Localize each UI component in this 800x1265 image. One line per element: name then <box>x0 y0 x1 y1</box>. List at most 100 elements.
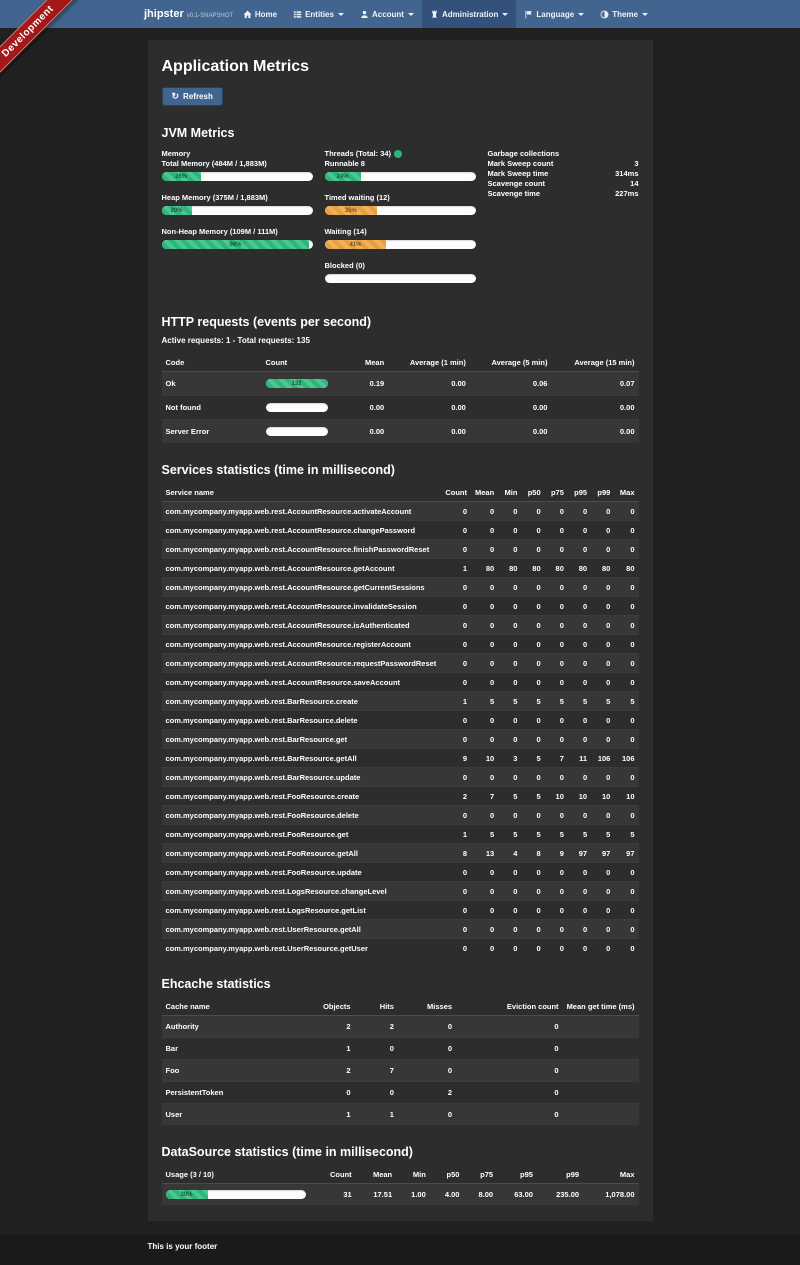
table-cell: 0.00 <box>388 420 470 444</box>
table-row: com.mycompany.myapp.web.rest.AccountReso… <box>162 635 639 654</box>
metric-nonheap-memory: Non-Heap Memory (109M / 111M) 98% <box>162 227 313 249</box>
column-header: Objects <box>306 998 355 1016</box>
table-cell: 0 <box>521 901 544 920</box>
table-row: com.mycompany.myapp.web.rest.AccountReso… <box>162 559 639 578</box>
table-cell: 0 <box>545 768 568 787</box>
gc-row: Mark Sweep count 3 <box>488 159 639 169</box>
table-cell: 0 <box>521 863 544 882</box>
table-cell: 0 <box>591 540 614 559</box>
table-cell: 0 <box>591 920 614 939</box>
column-header: p99 <box>591 484 614 502</box>
table-cell: 0 <box>614 863 638 882</box>
table-cell: com.mycompany.myapp.web.rest.LogsResourc… <box>162 901 441 920</box>
table-cell: 0 <box>498 711 521 730</box>
nav-item-label: Language <box>536 10 574 19</box>
table-cell: 0.06 <box>470 372 552 396</box>
table-cell: com.mycompany.myapp.web.rest.BarResource… <box>162 768 441 787</box>
table-cell: 0 <box>545 502 568 521</box>
flag-icon <box>524 10 533 19</box>
brand-version: v0.1-SNAPSHOT <box>187 13 233 19</box>
table-cell: 1 <box>355 1104 398 1126</box>
table-cell: 0.00 <box>354 396 389 420</box>
table-cell: 0 <box>498 635 521 654</box>
table-row: com.mycompany.myapp.web.rest.AccountReso… <box>162 540 639 559</box>
table-row: PersistentToken0020 <box>162 1082 639 1104</box>
nav-item-home[interactable]: Home <box>235 0 285 28</box>
table-cell: 0 <box>498 521 521 540</box>
table-cell: 0 <box>614 806 638 825</box>
column-header: Code <box>162 354 262 372</box>
datasource-usage-cell: 30% <box>162 1184 312 1206</box>
nav-item-language[interactable]: Language <box>516 0 592 28</box>
datasource-statistics-title: DataSource statistics (time in milliseco… <box>162 1145 639 1159</box>
table-cell: com.mycompany.myapp.web.rest.AccountReso… <box>162 654 441 673</box>
table-cell: 80 <box>568 559 591 578</box>
datasource-statistics-table: Usage (3 / 10)CountMeanMinp50p75p95p99Ma… <box>162 1166 639 1205</box>
table-cell: 7 <box>545 749 568 768</box>
table-cell: 0 <box>568 502 591 521</box>
table-cell: 0 <box>545 540 568 559</box>
table-cell: 0 <box>471 521 498 540</box>
table-cell: 0 <box>614 578 638 597</box>
table-cell: 0 <box>456 1060 562 1082</box>
chevron-down-icon <box>338 13 344 16</box>
table-cell: 5 <box>545 692 568 711</box>
table-cell: 0 <box>614 502 638 521</box>
table-cell: 97 <box>591 844 614 863</box>
table-cell: 0 <box>614 540 638 559</box>
table-cell: com.mycompany.myapp.web.rest.FooResource… <box>162 806 441 825</box>
nav-item-account[interactable]: Account <box>352 0 422 28</box>
table-cell: 0 <box>498 673 521 692</box>
table-cell: 0 <box>521 578 544 597</box>
table-cell: 0 <box>591 673 614 692</box>
total-requests-value: 135 <box>297 336 310 345</box>
nav-item-label: Theme <box>612 10 638 19</box>
threads-status-icon[interactable] <box>394 150 402 158</box>
table-cell: 0 <box>440 711 471 730</box>
table-cell <box>563 1104 639 1126</box>
nav-item-entities[interactable]: Entities <box>285 0 352 28</box>
brand-link[interactable]: jhipster v0.1-SNAPSHOT <box>144 8 233 20</box>
table-cell: 4.00 <box>430 1184 464 1206</box>
table-cell: 0 <box>591 635 614 654</box>
progress-track <box>325 274 476 283</box>
table-row: Not found 0.00 0.00 0.00 0.00 <box>162 396 639 420</box>
column-header: Average (15 min) <box>551 354 638 372</box>
table-cell: 0 <box>471 635 498 654</box>
http-code-cell: Not found <box>162 396 262 420</box>
table-row: com.mycompany.myapp.web.rest.AccountReso… <box>162 502 639 521</box>
nav-item-administration[interactable]: Administration <box>422 0 516 28</box>
table-cell: 0 <box>614 597 638 616</box>
chevron-down-icon <box>578 13 584 16</box>
refresh-button[interactable]: ↻ Refresh <box>162 87 223 106</box>
table-cell: 0.00 <box>551 396 638 420</box>
table-cell: 2 <box>306 1016 355 1038</box>
table-cell: 0 <box>591 597 614 616</box>
table-cell: 9 <box>545 844 568 863</box>
table-cell: 63.00 <box>497 1184 537 1206</box>
table-cell: 0 <box>498 654 521 673</box>
table-row: com.mycompany.myapp.web.rest.BarResource… <box>162 711 639 730</box>
column-header: Average (1 min) <box>388 354 470 372</box>
table-cell: 0 <box>591 730 614 749</box>
table-cell: 0 <box>471 863 498 882</box>
table-cell: com.mycompany.myapp.web.rest.UserResourc… <box>162 939 441 958</box>
table-row: com.mycompany.myapp.web.rest.LogsResourc… <box>162 901 639 920</box>
table-cell: 0 <box>440 939 471 958</box>
refresh-button-label: Refresh <box>183 92 213 101</box>
nav-item-label: Home <box>255 10 277 19</box>
nav-item-theme[interactable]: Theme <box>592 0 656 28</box>
progress-bar: 98% <box>162 240 310 249</box>
table-row: com.mycompany.myapp.web.rest.BarResource… <box>162 768 639 787</box>
metric-label: Heap Memory (375M / 1,883M) <box>162 193 313 202</box>
table-cell: 80 <box>545 559 568 578</box>
table-row: Bar1000 <box>162 1038 639 1060</box>
table-cell: 13 <box>471 844 498 863</box>
table-cell: 0 <box>471 654 498 673</box>
table-row: com.mycompany.myapp.web.rest.BarResource… <box>162 730 639 749</box>
table-cell: 31 <box>312 1184 356 1206</box>
development-ribbon: Development <box>0 0 92 92</box>
column-header: Count <box>262 354 354 372</box>
progress-bar: 132 <box>266 379 328 388</box>
chevron-down-icon <box>502 13 508 16</box>
